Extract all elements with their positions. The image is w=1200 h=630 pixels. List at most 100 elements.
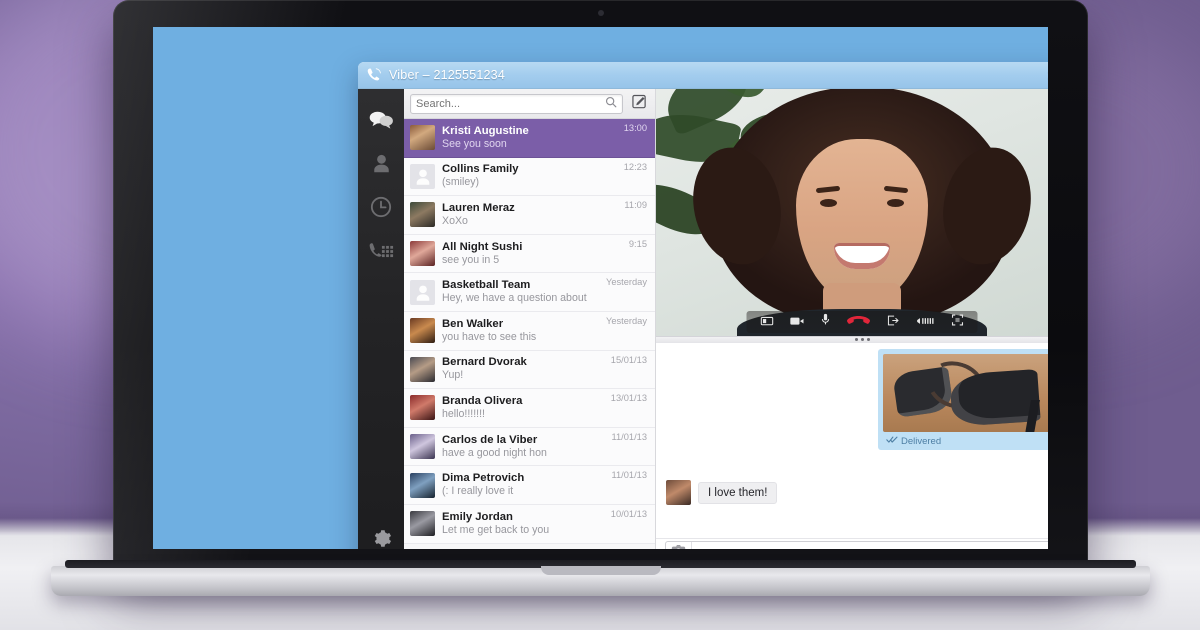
end-call-button[interactable] bbox=[847, 313, 871, 331]
composer-box[interactable] bbox=[665, 540, 1048, 549]
chat-list-item[interactable]: Kristi Augustine See you soon 13:00 bbox=[404, 119, 655, 158]
conversation-panel: Delivered I love them! bbox=[656, 89, 1048, 549]
chat-item-preview: Hey, we have a question about bbox=[442, 292, 587, 305]
camera-switch-icon bbox=[760, 313, 774, 331]
chat-item-time: 15/01/13 bbox=[610, 354, 647, 365]
chat-list[interactable]: Kristi Augustine See you soon 13:00 Collins… bbox=[404, 119, 655, 549]
chat-list-item[interactable]: Bernard Dvorak Yup! 15/01/13 bbox=[404, 350, 655, 390]
fullscreen-icon bbox=[951, 313, 964, 331]
chat-list-item[interactable]: Ben Walker you have to see this Yesterday bbox=[404, 311, 655, 351]
chat-item-time: 13:00 bbox=[623, 123, 647, 133]
laptop-webcam-icon bbox=[597, 10, 604, 16]
outgoing-message[interactable]: Delivered bbox=[878, 349, 1048, 450]
message-composer bbox=[656, 538, 1048, 549]
volume-bars-icon bbox=[916, 313, 936, 331]
search-box[interactable] bbox=[410, 93, 623, 114]
laptop-trackpad-notch bbox=[540, 566, 661, 575]
avatar bbox=[410, 125, 435, 151]
chat-item-name: Lauren Meraz bbox=[442, 201, 515, 214]
video-call-toolbar[interactable] bbox=[746, 311, 978, 333]
avatar bbox=[410, 163, 435, 189]
compose-icon bbox=[631, 94, 647, 114]
chat-item-name: Carlos de la Viber bbox=[442, 433, 538, 446]
chat-list-item[interactable]: Collins Family (smiley) 12:23 bbox=[404, 157, 655, 197]
chat-item-preview: Yup! bbox=[442, 369, 464, 382]
chat-item-name: Kristi Augustine bbox=[442, 124, 529, 137]
chat-item-preview: hello!!!!!!! bbox=[442, 407, 485, 420]
chat-list-item[interactable]: Branda Olivera hello!!!!!!! 13/01/13 bbox=[404, 389, 655, 428]
chat-item-text: Bernard Dvorak Yup! bbox=[442, 356, 606, 382]
chat-list-item[interactable]: Emily Jordan Let me get back to you 10/01/… bbox=[404, 504, 655, 544]
sidebar-item-settings[interactable] bbox=[358, 516, 404, 549]
switch-camera-button[interactable] bbox=[760, 313, 774, 331]
chat-item-text: Basketball Team Hey, we have a question a… bbox=[442, 279, 601, 305]
drag-handle-icon[interactable] bbox=[845, 335, 879, 343]
sidebar-item-keypad[interactable] bbox=[358, 229, 404, 273]
chat-bubbles-icon bbox=[369, 110, 394, 129]
search-input[interactable] bbox=[416, 97, 605, 110]
sidebar-item-recents[interactable] bbox=[358, 185, 404, 229]
laptop-lid: Viber – 2125551234 ✕ bbox=[113, 0, 1088, 574]
avatar bbox=[666, 480, 691, 505]
chat-item-time: 11/01/13 bbox=[611, 470, 648, 481]
compose-message-button[interactable] bbox=[629, 94, 649, 114]
window-title: Viber – 2125551234 bbox=[389, 68, 505, 82]
viber-window: Viber – 2125551234 ✕ bbox=[358, 62, 1048, 549]
chat-item-text: Ben Walker you have to see this bbox=[442, 318, 601, 344]
laptop-base bbox=[51, 560, 1150, 596]
chat-item-time: 11/01/13 bbox=[611, 431, 648, 442]
message-status: Delivered bbox=[883, 432, 1048, 448]
mute-mic-button[interactable] bbox=[821, 313, 831, 331]
camera-icon bbox=[671, 543, 686, 549]
status-label: Delivered bbox=[901, 435, 942, 447]
clock-icon bbox=[370, 196, 392, 218]
chat-item-time: 13/01/13 bbox=[610, 393, 647, 404]
avatar bbox=[410, 434, 435, 460]
avatar bbox=[410, 395, 435, 421]
chat-item-time: 10/01/13 bbox=[610, 508, 647, 519]
microphone-icon bbox=[821, 313, 831, 331]
attach-photo-button[interactable] bbox=[666, 541, 692, 549]
shoes-photo-attachment[interactable] bbox=[883, 354, 1048, 432]
transfer-call-button[interactable] bbox=[887, 313, 900, 331]
chat-item-text: Carlos de la Viber have a good night hon bbox=[442, 434, 607, 460]
transfer-icon bbox=[887, 313, 900, 331]
laptop-screen: Viber – 2125551234 ✕ bbox=[153, 27, 1048, 549]
chat-list-item[interactable]: Lauren Meraz XoXo 11:09 bbox=[404, 196, 655, 235]
chat-item-text: Lauren Meraz XoXo bbox=[442, 202, 619, 228]
chat-list-item[interactable]: Carlos de la Viber have a good night hon 1… bbox=[404, 427, 655, 467]
end-call-icon bbox=[847, 313, 871, 331]
chat-item-preview: have a good night hon bbox=[442, 446, 547, 459]
person-icon bbox=[371, 153, 392, 174]
phone-handset-icon bbox=[366, 67, 382, 83]
gear-icon bbox=[371, 528, 392, 549]
chat-item-name: Emily Jordan bbox=[442, 510, 513, 523]
chat-list-item[interactable]: Dima Petrovich (: I really love it 11/01/1… bbox=[404, 466, 655, 505]
chat-item-name: Ben Walker bbox=[442, 317, 504, 330]
fullscreen-button[interactable] bbox=[951, 313, 964, 331]
video-toggle-button[interactable] bbox=[790, 313, 805, 331]
chat-item-name: All Night Sushi bbox=[442, 240, 523, 253]
chat-list-panel: Kristi AugustineSee you soon 13:00 Collins… bbox=[404, 89, 656, 549]
chat-item-time: 12:23 bbox=[623, 161, 647, 172]
avatar bbox=[410, 318, 435, 344]
chat-list-item[interactable]: All Night Sushi see you in 5 9:15 bbox=[404, 234, 655, 274]
chat-item-name: Branda Olivera bbox=[442, 394, 523, 407]
video-call-view[interactable] bbox=[656, 89, 1048, 343]
avatar bbox=[410, 241, 435, 267]
chat-item-name: Collins Family bbox=[442, 163, 519, 176]
search-toolbar bbox=[404, 89, 655, 119]
chat-item-name: Basketball Team bbox=[442, 279, 531, 292]
sidebar-item-contacts[interactable] bbox=[358, 141, 404, 185]
volume-button[interactable] bbox=[916, 313, 936, 331]
avatar bbox=[410, 356, 435, 382]
chat-item-time: Yesterday bbox=[605, 315, 647, 326]
navigation-rail bbox=[358, 89, 404, 549]
message-input[interactable] bbox=[692, 546, 1048, 549]
chat-list-item[interactable]: Basketball Team Hey, we have a question a… bbox=[404, 273, 655, 312]
chat-item-preview: (: I really love it bbox=[442, 485, 514, 498]
avatar bbox=[410, 279, 435, 305]
close-icon[interactable]: ✕ bbox=[1045, 68, 1048, 82]
sidebar-item-chats[interactable] bbox=[358, 97, 404, 141]
window-titlebar[interactable]: Viber – 2125551234 ✕ bbox=[358, 62, 1048, 89]
